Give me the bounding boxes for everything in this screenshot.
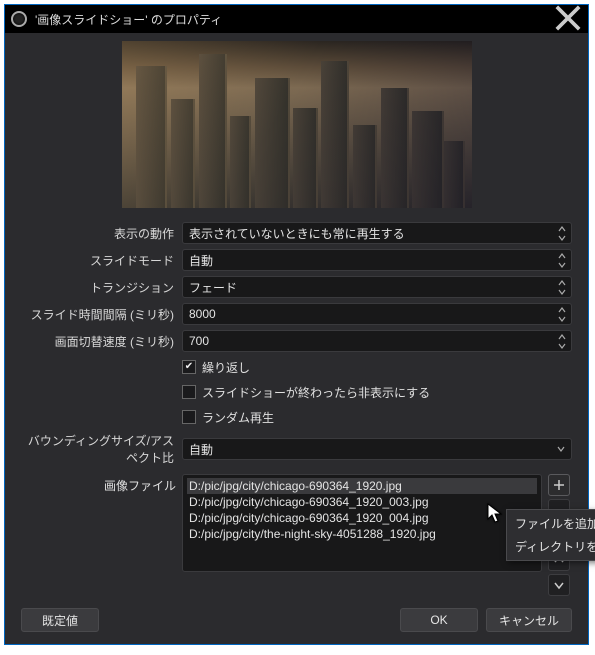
- slide-interval-value: 8000: [189, 307, 216, 321]
- label-bounding: バウンディングサイズ/アスペクト比: [21, 432, 176, 466]
- loop-checkbox[interactable]: [182, 360, 196, 374]
- close-button[interactable]: [554, 4, 582, 35]
- list-item[interactable]: D:/pic/jpg/city/the-night-sky-4051288_19…: [187, 526, 537, 542]
- label-image-files: 画像ファイル: [21, 474, 176, 596]
- label-visibility: 表示の動作: [21, 225, 176, 242]
- chevron-down-icon: [554, 287, 570, 296]
- random-checkbox[interactable]: [182, 410, 196, 424]
- defaults-button[interactable]: 既定値: [21, 608, 99, 632]
- loop-label: 繰り返し: [202, 359, 250, 376]
- list-item[interactable]: D:/pic/jpg/city/chicago-690364_1920_004.…: [187, 510, 537, 526]
- slide-mode-dropdown[interactable]: 自動: [182, 249, 572, 271]
- cancel-button[interactable]: キャンセル: [486, 608, 572, 632]
- bounding-value: 自動: [189, 441, 213, 458]
- spinner-down-icon[interactable]: [554, 341, 570, 350]
- visibility-value: 表示されていないときにも常に再生する: [189, 225, 405, 242]
- label-transition: トランジション: [21, 279, 176, 296]
- transition-value: フェード: [189, 279, 237, 296]
- label-slide-interval: スライド時間間隔 (ミリ秒): [21, 306, 176, 323]
- bounding-dropdown[interactable]: 自動: [182, 438, 572, 460]
- chevron-down-icon: [554, 260, 570, 269]
- properties-dialog: '画像スライドショー' のプロパティ 表示の動作 表示されていないときにも常に再…: [4, 4, 589, 645]
- image-file-list[interactable]: D:/pic/jpg/city/chicago-690364_1920.jpg …: [182, 474, 542, 572]
- slide-interval-input[interactable]: 8000: [182, 303, 572, 325]
- app-icon: [11, 11, 27, 27]
- menu-item-add-directory[interactable]: ディレクトリを追加: [507, 535, 595, 558]
- random-checkbox-row[interactable]: ランダム再生: [182, 407, 572, 427]
- transition-dropdown[interactable]: フェード: [182, 276, 572, 298]
- hide-after-end-label: スライドショーが終わったら非表示にする: [202, 384, 430, 401]
- hide-after-end-checkbox[interactable]: [182, 385, 196, 399]
- loop-checkbox-row[interactable]: 繰り返し: [182, 357, 572, 377]
- spinner-up-icon[interactable]: [554, 305, 570, 314]
- ok-button[interactable]: OK: [400, 608, 478, 632]
- titlebar: '画像スライドショー' のプロパティ: [5, 5, 588, 33]
- move-down-button[interactable]: [548, 574, 570, 596]
- label-slide-mode: スライドモード: [21, 252, 176, 269]
- label-switch-speed: 画面切替速度 (ミリ秒): [21, 333, 176, 350]
- chevron-up-icon: [554, 224, 570, 233]
- spinner-down-icon[interactable]: [554, 314, 570, 323]
- chevron-down-icon: [553, 579, 565, 591]
- list-item[interactable]: D:/pic/jpg/city/chicago-690364_1920.jpg: [187, 478, 537, 494]
- random-label: ランダム再生: [202, 409, 274, 426]
- chevron-up-icon: [554, 251, 570, 260]
- add-file-context-menu: ファイルを追加 ディレクトリを追加: [506, 509, 595, 561]
- plus-icon: [553, 479, 565, 491]
- switch-speed-value: 700: [189, 334, 209, 348]
- hide-after-end-checkbox-row[interactable]: スライドショーが終わったら非表示にする: [182, 382, 572, 402]
- preview-image: [122, 41, 472, 208]
- window-title: '画像スライドショー' のプロパティ: [35, 11, 554, 28]
- visibility-dropdown[interactable]: 表示されていないときにも常に再生する: [182, 222, 572, 244]
- chevron-up-icon: [554, 278, 570, 287]
- switch-speed-input[interactable]: 700: [182, 330, 572, 352]
- chevron-down-icon: [554, 233, 570, 242]
- chevron-down-icon: [557, 446, 565, 452]
- list-item[interactable]: D:/pic/jpg/city/chicago-690364_1920_003.…: [187, 494, 537, 510]
- slide-mode-value: 自動: [189, 252, 213, 269]
- menu-item-add-file[interactable]: ファイルを追加: [507, 512, 595, 535]
- add-file-button[interactable]: [548, 474, 570, 496]
- spinner-up-icon[interactable]: [554, 332, 570, 341]
